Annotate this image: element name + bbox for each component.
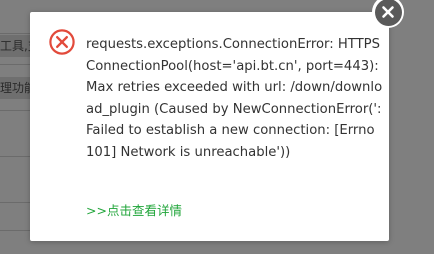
view-details-link[interactable]: >>点击查看详情: [86, 202, 182, 220]
error-dialog: requests.exceptions.ConnectionError: HTT…: [30, 12, 389, 241]
background-text-tools: 工具,支: [0, 35, 30, 57]
background-divider: [0, 64, 30, 65]
error-message: requests.exceptions.ConnectionError: HTT…: [86, 37, 383, 160]
background-text-manage: 理功能: [0, 77, 30, 99]
background-divider: [0, 156, 30, 157]
background-divider: [0, 110, 30, 111]
background-divider: [0, 230, 30, 231]
close-icon: [374, 0, 402, 26]
error-circle-x-icon: [49, 29, 75, 55]
close-button[interactable]: [372, 0, 404, 28]
background-divider: [0, 33, 30, 34]
background-divider: [0, 202, 30, 203]
